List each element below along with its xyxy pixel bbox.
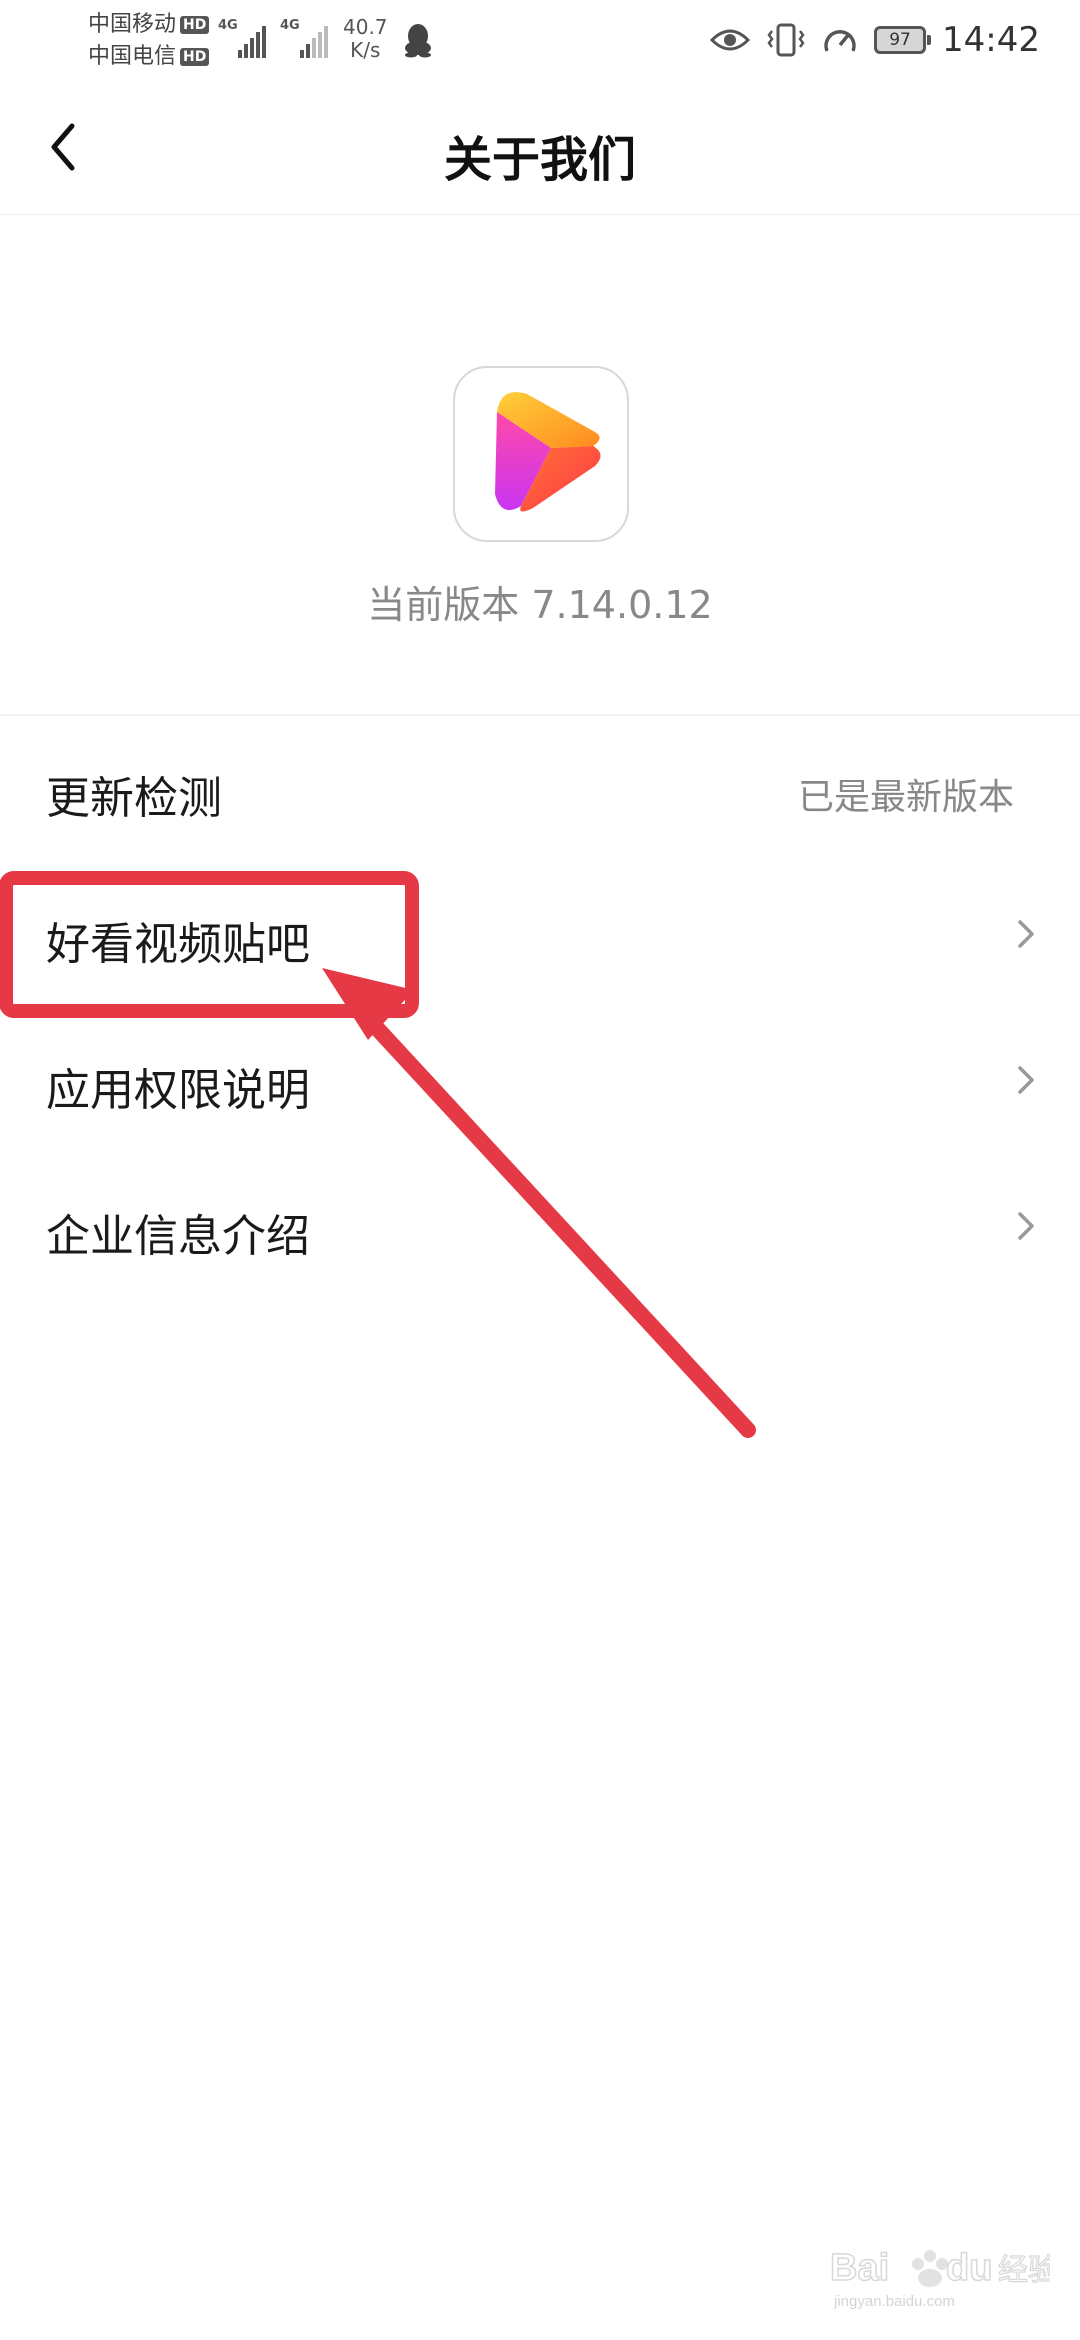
network-speed: 40.7 K/s bbox=[343, 15, 388, 62]
app-logo bbox=[453, 366, 629, 542]
hd-badge: HD bbox=[180, 16, 210, 34]
qq-icon bbox=[405, 24, 431, 58]
chevron-right-icon bbox=[1018, 1066, 1034, 1094]
menu-item-company-info[interactable]: 企业信息介绍 bbox=[0, 1154, 1080, 1300]
svg-text:经验: 经验 bbox=[998, 2253, 1050, 2288]
chevron-right-icon bbox=[1018, 1212, 1034, 1240]
carrier-1: 中国移动 HD bbox=[88, 14, 210, 36]
vibrate-icon bbox=[767, 23, 805, 57]
status-time: 14:42 bbox=[942, 20, 1040, 60]
svg-text:du: du bbox=[946, 2247, 992, 2289]
svg-text:jingyan.baidu.com: jingyan.baidu.com bbox=[833, 2293, 955, 2310]
carrier-2: 中国电信 HD bbox=[88, 46, 210, 68]
version-label: 当前版本 7.14.0.12 bbox=[367, 583, 713, 627]
hd-badge: HD bbox=[180, 48, 210, 66]
page-title: 关于我们 bbox=[443, 132, 636, 188]
watermark-logo: Bai du 经验 jingyan.baidu.com bbox=[829, 2234, 1058, 2314]
menu-item-label: 企业信息介绍 bbox=[46, 1211, 310, 1262]
menu-item-label: 应用权限说明 bbox=[46, 1065, 310, 1116]
menu-item-permissions[interactable]: 应用权限说明 bbox=[0, 1008, 1080, 1154]
svg-text:Bai: Bai bbox=[830, 2247, 889, 2289]
update-status: 已是最新版本 bbox=[797, 777, 1014, 818]
menu-item-label: 好看视频贴吧 bbox=[46, 919, 310, 970]
nav-bar: 关于我们 bbox=[0, 80, 1080, 215]
play-logo-icon bbox=[495, 392, 601, 512]
speedometer-icon bbox=[824, 30, 856, 52]
status-bar: 中国移动 HD 中国电信 HD 4G 4G 40.7 K/s 97 14:42 bbox=[88, 12, 1040, 69]
eye-icon bbox=[710, 29, 751, 51]
battery-icon: 97 bbox=[874, 26, 932, 54]
menu-item-update-check[interactable]: 更新检测 已是最新版本 bbox=[0, 716, 1080, 862]
menu-item-label: 更新检测 bbox=[46, 773, 222, 824]
chevron-right-icon bbox=[1018, 920, 1034, 948]
menu-item-tieba[interactable]: 好看视频贴吧 bbox=[0, 862, 1080, 1008]
